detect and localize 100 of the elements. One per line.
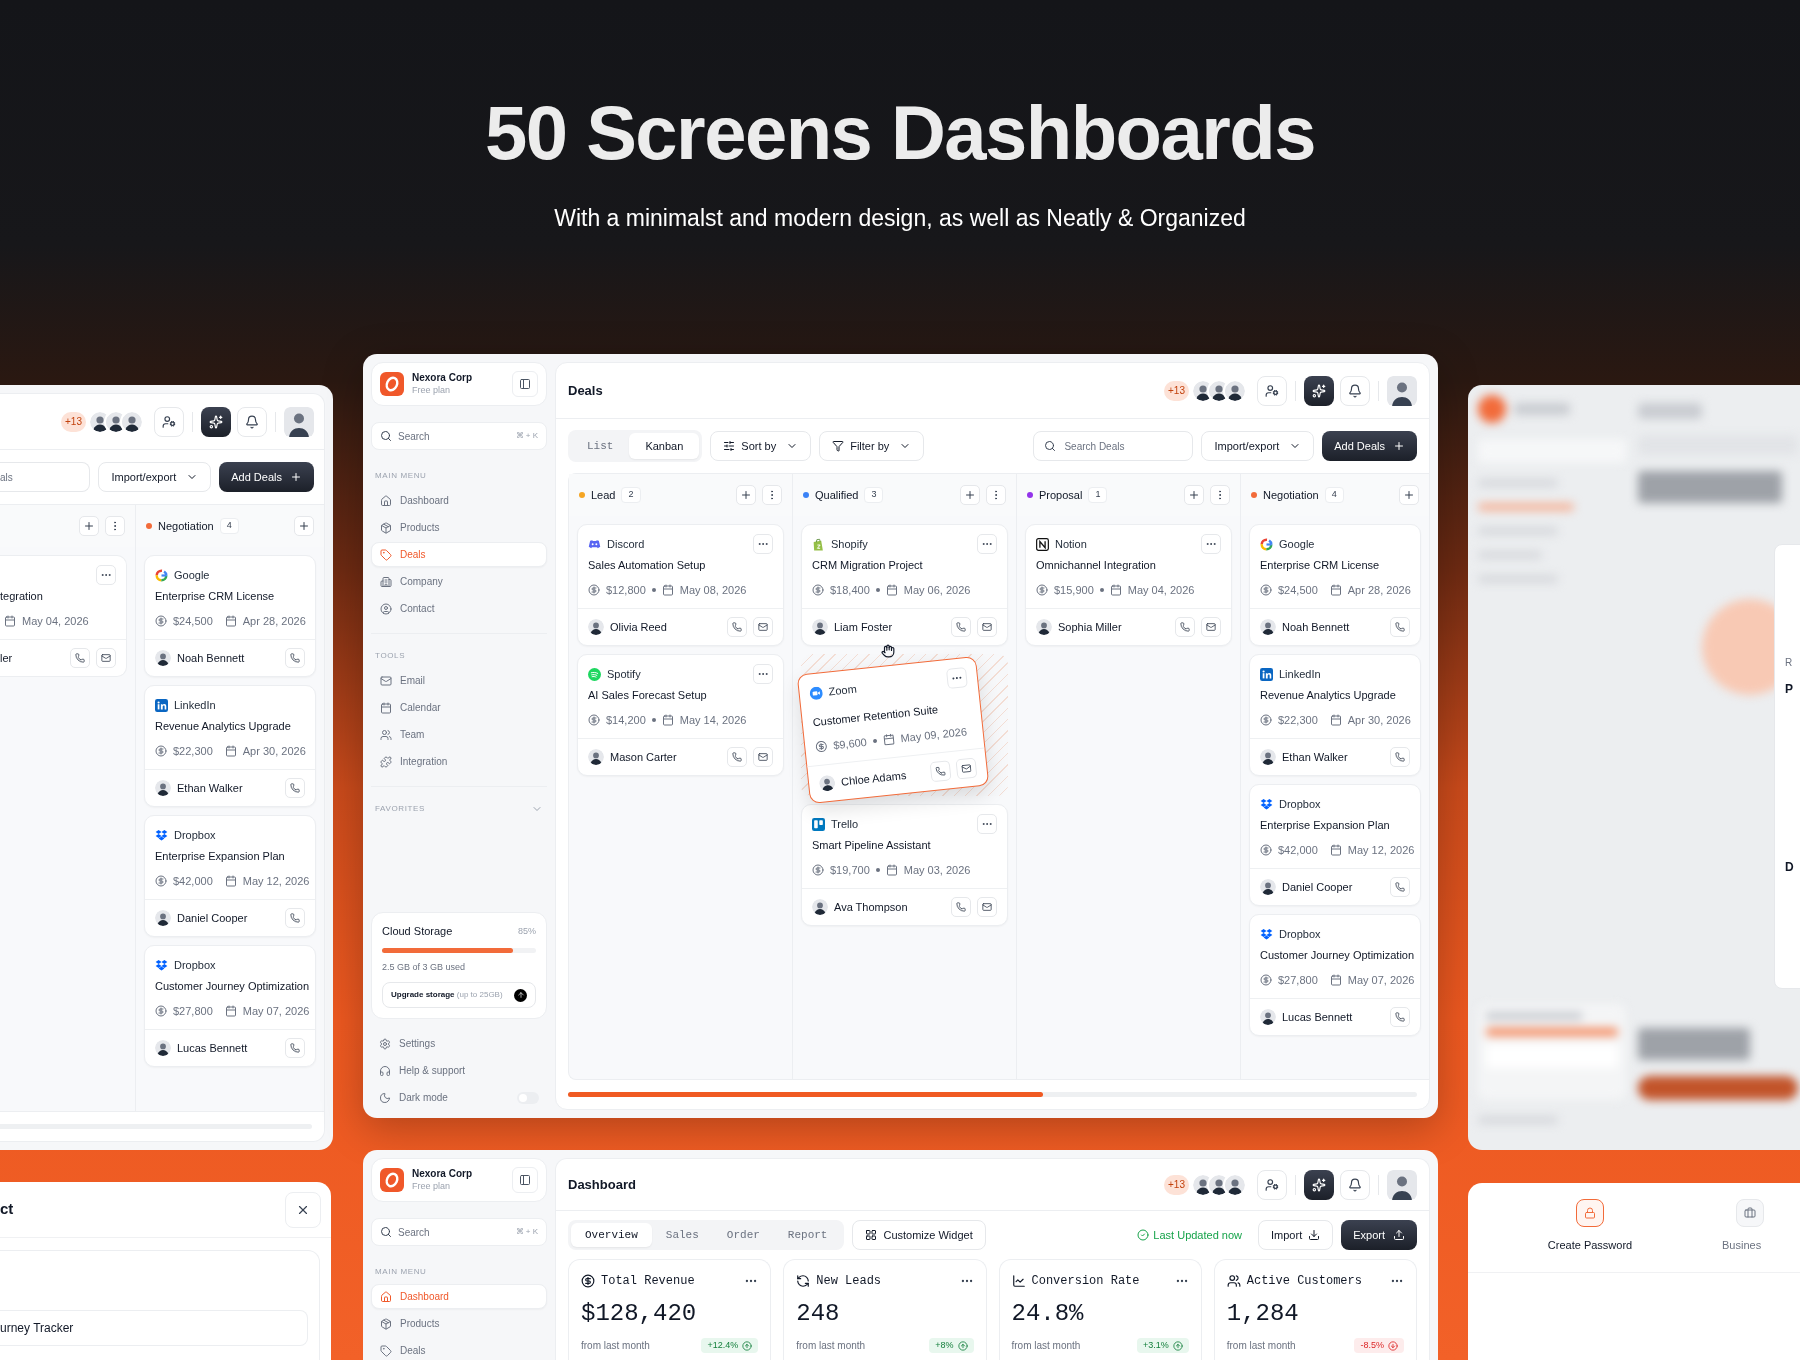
add-button[interactable] xyxy=(294,516,314,536)
call-button[interactable] xyxy=(1175,617,1195,637)
profile-avatar[interactable] xyxy=(1387,375,1417,406)
tab[interactable]: Overview xyxy=(571,1223,652,1247)
call-button[interactable] xyxy=(951,617,971,637)
workspace-card[interactable]: Nexora Corp Free plan xyxy=(371,362,547,406)
profile-avatar[interactable] xyxy=(284,406,314,437)
search-field[interactable]: Search Deals xyxy=(1033,431,1194,461)
add-deals-button[interactable]: Add Deals xyxy=(1322,431,1417,461)
input-field[interactable]: urney Tracker xyxy=(0,1310,308,1346)
add-button[interactable] xyxy=(960,485,980,505)
deal-card[interactable]: Dropbox Customer Journey Optimization $27,800 May 07, 2026 Lucas Bennett xyxy=(144,945,316,1067)
call-button[interactable] xyxy=(70,648,90,668)
menu-item[interactable]: Email xyxy=(371,668,547,693)
add-button[interactable] xyxy=(79,516,99,536)
tab[interactable]: Sales xyxy=(651,1223,713,1247)
import-export-button[interactable]: Import/export xyxy=(1201,431,1315,461)
menu-item[interactable]: Integration xyxy=(371,749,547,774)
email-button[interactable] xyxy=(977,617,997,637)
deal-card[interactable]: Dropbox Customer Journey Optimization $27,800 May 07, 2026 Lucas Bennett xyxy=(1249,914,1421,1036)
deal-card[interactable]: Spotify AI Sales Forecast Setup $14,200 May 14, 2026 Mason Carter xyxy=(577,654,784,776)
profile-avatar[interactable] xyxy=(1387,1169,1417,1200)
add-button[interactable] xyxy=(1184,485,1204,505)
ai-assistant-button[interactable] xyxy=(1304,375,1334,406)
collapse-sidebar-button[interactable] xyxy=(512,1167,538,1193)
menu-item[interactable]: Products xyxy=(371,1311,547,1336)
workspace-card[interactable]: Nexora Corp Free plan xyxy=(371,1158,547,1202)
notifications-button[interactable] xyxy=(1340,375,1370,406)
call-button[interactable] xyxy=(1390,1007,1410,1027)
call-button[interactable] xyxy=(929,760,952,783)
view-tab[interactable]: List xyxy=(571,433,630,459)
menu-item[interactable]: Products xyxy=(371,515,547,540)
more-button[interactable] xyxy=(977,534,997,554)
email-button[interactable] xyxy=(753,747,773,767)
email-button[interactable] xyxy=(753,617,773,637)
more-button[interactable] xyxy=(753,664,773,684)
deal-card[interactable]: Shopify CRM Migration Project $18,400 May 06, 2026 Liam Foster xyxy=(801,524,1008,646)
collapse-sidebar-button[interactable] xyxy=(512,371,538,397)
menu-item[interactable]: Calendar xyxy=(371,695,547,720)
user-settings-button[interactable] xyxy=(1257,1169,1287,1200)
call-button[interactable] xyxy=(285,1038,305,1058)
user-settings-button[interactable] xyxy=(154,406,184,437)
export-button[interactable]: Export xyxy=(1341,1220,1417,1250)
deal-card[interactable]: LinkedIn Revenue Analytics Upgrade $22,300 Apr 30, 2026 Ethan Walker xyxy=(144,685,316,807)
deal-card[interactable]: Trello Smart Pipeline Assistant $19,700 May 03, 2026 Ava Thompson xyxy=(801,804,1008,926)
email-button[interactable] xyxy=(977,897,997,917)
call-button[interactable] xyxy=(285,778,305,798)
more-button[interactable] xyxy=(945,667,968,689)
menu-item[interactable]: Help & support xyxy=(371,1058,547,1083)
email-button[interactable] xyxy=(96,648,116,668)
more-button[interactable] xyxy=(96,565,116,585)
menu-item[interactable]: Dashboard xyxy=(371,1284,547,1309)
tab[interactable]: Order xyxy=(712,1223,774,1247)
menu-item[interactable]: Company xyxy=(371,569,547,594)
menu-item[interactable]: Team xyxy=(371,722,547,747)
call-button[interactable] xyxy=(1390,877,1410,897)
horizontal-scrollbar[interactable] xyxy=(568,1092,1417,1097)
call-button[interactable] xyxy=(727,747,747,767)
import-export-button[interactable]: Import/export xyxy=(98,462,212,492)
search-field[interactable]: Search ⌘ + K xyxy=(371,1218,547,1246)
call-button[interactable] xyxy=(1390,747,1410,767)
step-badge[interactable] xyxy=(1576,1199,1604,1227)
add-deals-button[interactable]: Add Deals xyxy=(219,462,314,492)
search-field[interactable]: Search ⌘ + K xyxy=(371,422,547,450)
menu-item[interactable]: Settings xyxy=(371,1031,547,1056)
more-button[interactable] xyxy=(753,534,773,554)
deal-card[interactable]: Dropbox Enterprise Expansion Plan $42,000 May 12, 2026 Daniel Cooper xyxy=(1249,784,1421,906)
deal-card[interactable]: Notion Omnichannel Integration $15,900 May 04, 2026 Sophia Miller xyxy=(1025,524,1232,646)
view-tab[interactable]: Kanban xyxy=(629,433,700,459)
deal-card[interactable]: Google Enterprise CRM License $24,500 Apr 28, 2026 Noah Bennett xyxy=(144,555,316,677)
add-button[interactable] xyxy=(1399,485,1419,505)
email-button[interactable] xyxy=(955,757,978,780)
call-button[interactable] xyxy=(951,897,971,917)
call-button[interactable] xyxy=(1390,617,1410,637)
upgrade-storage-button[interactable]: Upgrade storage (up to 25GB) xyxy=(382,982,536,1008)
deal-card[interactable]: tegration May 04, 2026 ler xyxy=(0,555,127,677)
tab[interactable]: Report xyxy=(773,1223,842,1247)
ai-assistant-button[interactable] xyxy=(201,406,231,437)
add-button[interactable] xyxy=(736,485,756,505)
call-button[interactable] xyxy=(285,648,305,668)
menu-item[interactable]: Dashboard xyxy=(371,488,547,513)
menu-item[interactable]: Contact xyxy=(371,596,547,621)
search-field[interactable]: als xyxy=(0,462,91,492)
call-button[interactable] xyxy=(727,617,747,637)
notifications-button[interactable] xyxy=(237,406,267,437)
notifications-button[interactable] xyxy=(1340,1169,1370,1200)
deal-card[interactable]: Google Enterprise CRM License $24,500 Apr 28, 2026 Noah Bennett xyxy=(1249,524,1421,646)
close-button[interactable] xyxy=(285,1191,321,1228)
call-button[interactable] xyxy=(285,908,305,928)
user-settings-button[interactable] xyxy=(1257,375,1287,406)
menu-item[interactable]: Deals xyxy=(371,1338,547,1360)
filter-button[interactable]: Filter by xyxy=(819,431,925,461)
deal-card[interactable]: Discord Sales Automation Setup $12,800 May 08, 2026 Olivia Reed xyxy=(577,524,784,646)
deal-card[interactable]: Dropbox Enterprise Expansion Plan $42,000 May 12, 2026 Daniel Cooper xyxy=(144,815,316,937)
more-button[interactable] xyxy=(977,814,997,834)
ai-assistant-button[interactable] xyxy=(1304,1169,1334,1200)
email-button[interactable] xyxy=(1201,617,1221,637)
more-button[interactable] xyxy=(1201,534,1221,554)
deal-card[interactable]: LinkedIn Revenue Analytics Upgrade $22,300 Apr 30, 2026 Ethan Walker xyxy=(1249,654,1421,776)
customize-widget-button[interactable]: Customize Widget xyxy=(852,1220,986,1250)
